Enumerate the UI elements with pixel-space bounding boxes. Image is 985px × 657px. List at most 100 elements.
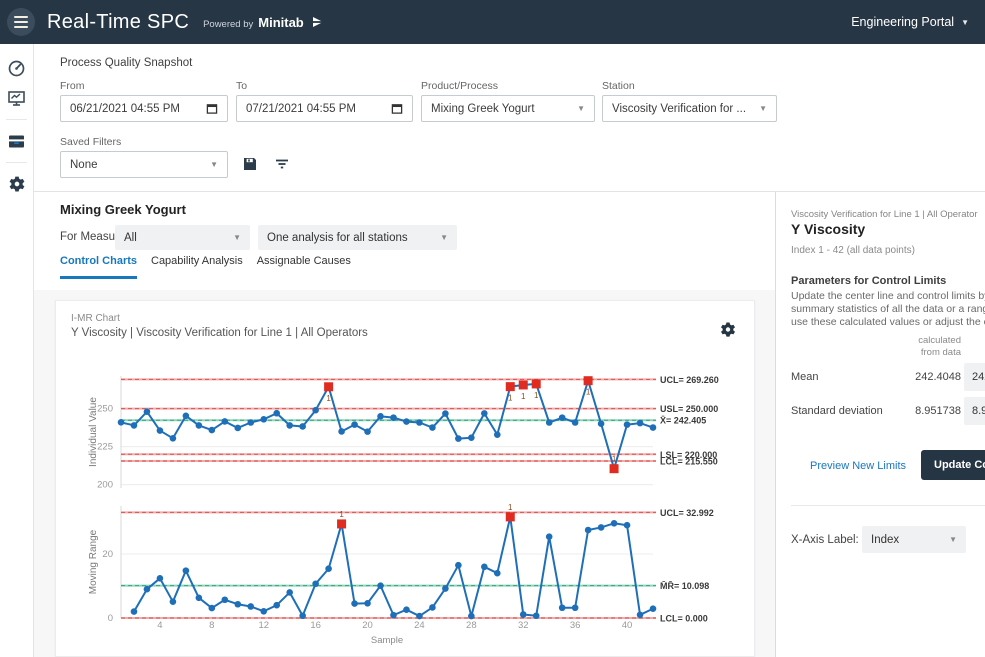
portal-menu-label: Engineering Portal [851, 15, 954, 29]
svg-text:1: 1 [612, 455, 617, 464]
saved-filters-value: None [70, 159, 98, 171]
imr-chart-svg: 200225250UCL= 269.260USL= 250.000X̄= 242… [56, 301, 756, 657]
svg-text:225: 225 [97, 442, 113, 453]
sidebar-item-storage[interactable] [0, 126, 33, 156]
svg-text:1: 1 [534, 391, 539, 400]
preview-new-limits-link[interactable]: Preview New Limits [776, 460, 906, 472]
product-process-label: Product/Process [421, 80, 498, 92]
svg-text:Moving Range: Moving Range [88, 529, 99, 594]
tab-control-charts[interactable]: Control Charts [60, 255, 137, 279]
storage-box-icon [7, 132, 26, 151]
station-label: Station [602, 80, 635, 92]
portal-menu[interactable]: Engineering Portal ▼ [851, 15, 969, 29]
column-header-line: calculated [776, 335, 961, 347]
svg-text:1: 1 [586, 388, 591, 397]
saved-filters-select[interactable]: None ▼ [60, 151, 228, 178]
sidebar-item-settings[interactable] [0, 169, 33, 199]
tab-bar: Control Charts Capability Analysis Assig… [60, 255, 351, 279]
product-process-select[interactable]: Mixing Greek Yogurt ▼ [421, 95, 595, 122]
sidebar-divider [6, 162, 27, 163]
svg-text:UCL= 269.260: UCL= 269.260 [660, 375, 719, 385]
svg-text:LCL= 0.000: LCL= 0.000 [660, 614, 708, 624]
svg-text:32: 32 [518, 620, 529, 631]
analysis-mode-select[interactable]: One analysis for all stations ▼ [258, 225, 457, 250]
page-title: Process Quality Snapshot [60, 57, 192, 69]
powered-by: Powered by Minitab [203, 15, 325, 30]
to-date-input[interactable] [236, 95, 413, 122]
hamburger-menu-icon[interactable] [7, 8, 35, 36]
left-sidebar [0, 44, 34, 657]
powered-by-prefix: Powered by [203, 19, 253, 30]
svg-text:1: 1 [339, 510, 344, 519]
save-icon [242, 156, 258, 172]
svg-text:X̄= 242.405: X̄= 242.405 [660, 416, 706, 426]
minitab-brand: Minitab [258, 15, 304, 30]
filter-button[interactable] [274, 156, 290, 177]
params-description-line: use these calculated values or adjust th… [791, 316, 985, 329]
mean-input[interactable] [964, 363, 985, 391]
svg-text:Individual Value: Individual Value [88, 397, 99, 467]
svg-text:250: 250 [97, 404, 113, 415]
params-description-line: summary statistics of all the data or a … [791, 303, 985, 316]
svg-text:12: 12 [258, 620, 269, 631]
panel-title: Y Viscosity [791, 221, 865, 237]
from-label: From [60, 80, 85, 92]
xaxis-label: X-Axis Label: [791, 534, 859, 546]
monitor-chart-icon [7, 89, 26, 108]
station-select[interactable]: Viscosity Verification for ... ▼ [602, 95, 777, 122]
xaxis-value: Index [871, 534, 899, 546]
measure-select[interactable]: All ▼ [115, 225, 250, 250]
from-date-value[interactable] [70, 103, 206, 115]
measure-value: All [124, 232, 137, 244]
svg-text:20: 20 [362, 620, 373, 631]
svg-text:36: 36 [570, 620, 581, 631]
sidebar-divider [6, 119, 27, 120]
update-control-limits-button[interactable]: Update Control Limits [921, 450, 985, 480]
app-header: Real-Time SPC Powered by Minitab Enginee… [0, 0, 985, 44]
panel-divider [791, 505, 985, 506]
chevron-down-icon: ▼ [440, 233, 448, 242]
control-limits-panel: Viscosity Verification for Line 1 | All … [775, 192, 985, 657]
from-date-input[interactable] [60, 95, 228, 122]
svg-text:0: 0 [108, 613, 113, 624]
analysis-section: Mixing Greek Yogurt For Measure: All ▼ O… [33, 192, 775, 290]
calculated-column-header: calculated from data [776, 335, 961, 359]
calendar-icon [206, 102, 218, 115]
calendar-icon [391, 102, 403, 115]
column-header-line: from data [776, 347, 961, 359]
sidebar-item-monitoring[interactable] [0, 83, 33, 113]
gauge-icon [7, 59, 26, 78]
panel-index-info: Index 1 - 42 (all data points) [791, 245, 915, 256]
settings-gear-icon [8, 175, 26, 193]
svg-text:1: 1 [521, 392, 526, 401]
chevron-down-icon: ▼ [233, 233, 241, 242]
chevron-down-icon: ▼ [210, 160, 218, 169]
filter-list-icon [274, 156, 290, 172]
svg-text:28: 28 [466, 620, 477, 631]
svg-text:16: 16 [310, 620, 321, 631]
svg-text:40: 40 [622, 620, 633, 631]
app-title: Real-Time SPC [47, 11, 189, 34]
minitab-logo-icon [311, 15, 325, 29]
save-filter-button[interactable] [242, 156, 258, 177]
svg-text:20: 20 [102, 549, 113, 560]
panel-subtitle: Viscosity Verification for Line 1 | All … [791, 209, 978, 220]
svg-text:1: 1 [508, 503, 513, 512]
process-title: Mixing Greek Yogurt [60, 202, 186, 217]
svg-text:1: 1 [326, 394, 331, 403]
svg-text:1: 1 [508, 394, 513, 403]
stdev-calculated-value: 8.951738 [776, 405, 961, 417]
imr-chart-card: I-MR Chart Y Viscosity | Viscosity Verif… [55, 300, 755, 657]
stdev-input[interactable] [964, 397, 985, 425]
svg-text:200: 200 [97, 480, 113, 491]
svg-text:M̄R̄= 10.098: M̄R̄= 10.098 [660, 581, 709, 591]
tab-capability-analysis[interactable]: Capability Analysis [151, 255, 243, 279]
xaxis-select[interactable]: Index ▼ [862, 526, 966, 553]
svg-text:LCL= 215.550: LCL= 215.550 [660, 457, 718, 467]
to-label: To [236, 80, 247, 92]
to-date-value[interactable] [246, 103, 391, 115]
sidebar-item-dashboard[interactable] [0, 53, 33, 83]
chevron-down-icon: ▼ [949, 535, 957, 544]
svg-text:USL= 250.000: USL= 250.000 [660, 404, 718, 414]
tab-assignable-causes[interactable]: Assignable Causes [257, 255, 351, 279]
